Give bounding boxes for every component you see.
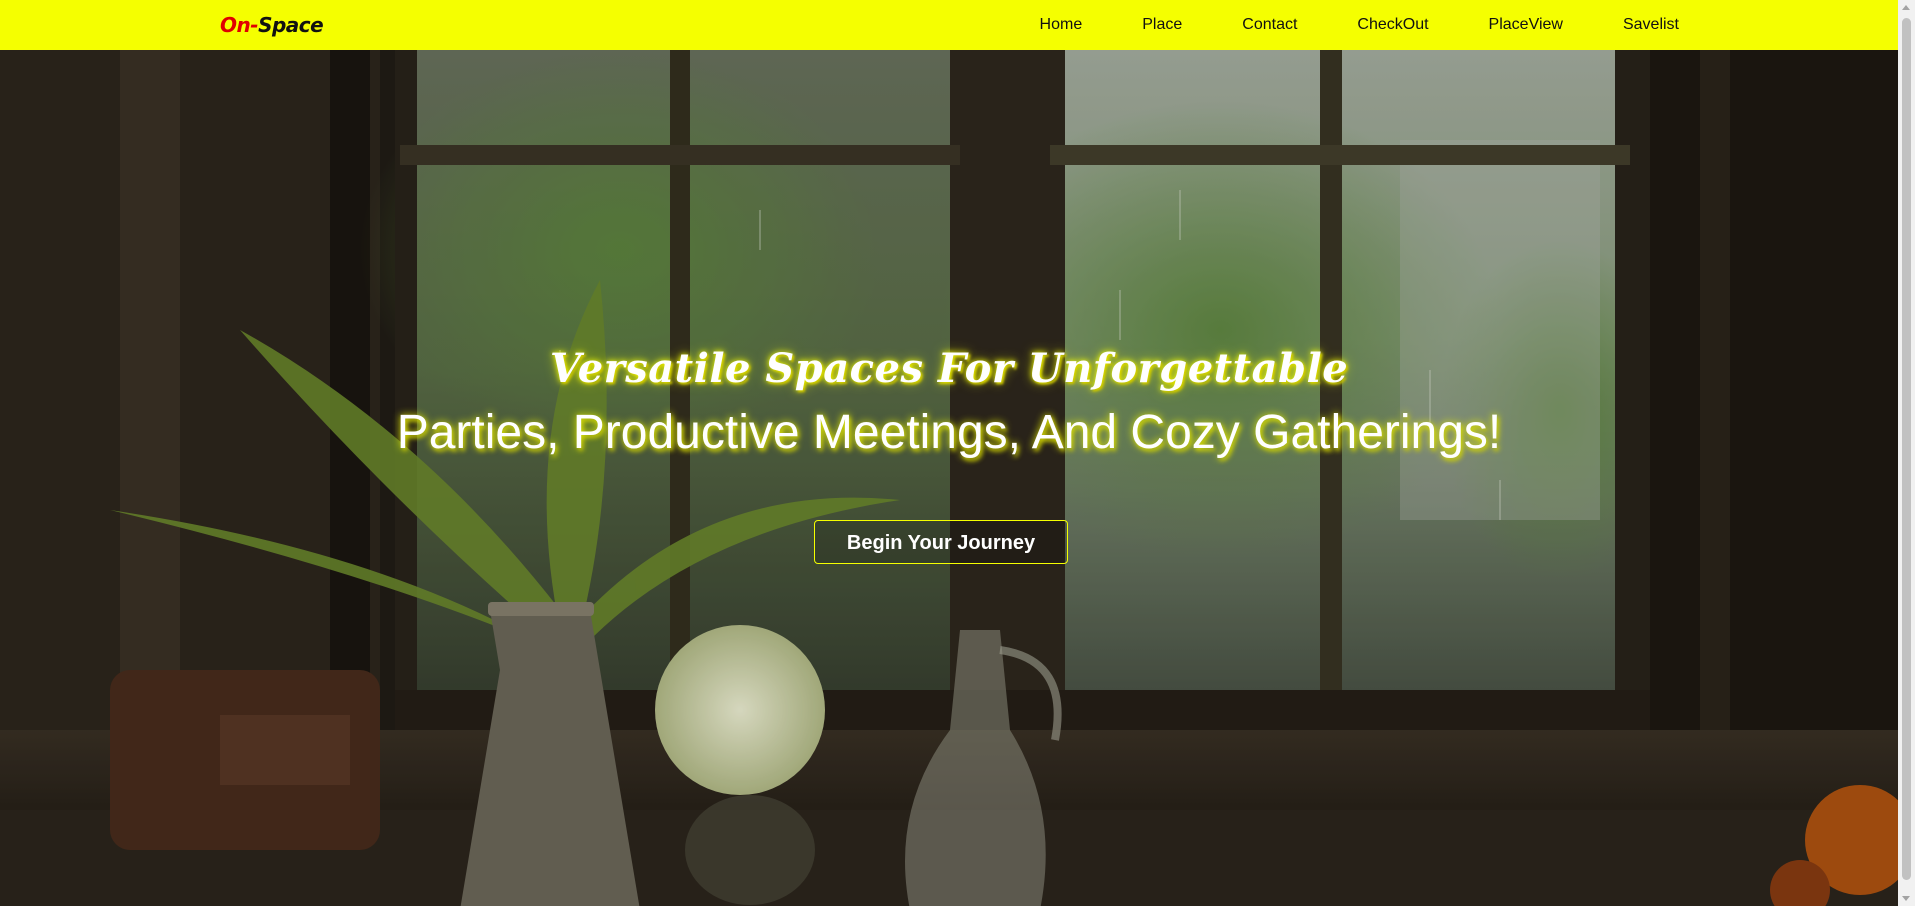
nav-link-home[interactable]: Home	[1040, 16, 1083, 34]
site-logo[interactable]: On-Space	[220, 13, 324, 37]
nav-menu: Home Place Contact CheckOut PlaceView Sa…	[1040, 0, 1679, 50]
scrollbar-thumb[interactable]	[1902, 18, 1911, 880]
hero-content: Versatile Spaces For Unforgettable Parti…	[0, 50, 1898, 906]
page-scrollbar[interactable]	[1898, 0, 1915, 906]
logo-space: Space	[258, 13, 324, 37]
nav-link-checkout[interactable]: CheckOut	[1357, 16, 1428, 34]
nav-link-place[interactable]: Place	[1142, 16, 1182, 34]
page: On-Space Home Place Contact CheckOut Pla…	[0, 0, 1915, 906]
nav-link-savelist[interactable]: Savelist	[1623, 16, 1679, 34]
logo-dash: -	[250, 13, 259, 37]
hero-tagline: Versatile Spaces For Unforgettable	[549, 345, 1349, 392]
navbar: On-Space Home Place Contact CheckOut Pla…	[0, 0, 1898, 50]
nav-link-contact[interactable]: Contact	[1242, 16, 1297, 34]
hero-section: Versatile Spaces For Unforgettable Parti…	[0, 50, 1898, 906]
scroll-down-arrow-icon[interactable]	[1902, 896, 1910, 901]
begin-journey-button[interactable]: Begin Your Journey	[814, 520, 1068, 564]
nav-link-placeview[interactable]: PlaceView	[1489, 16, 1563, 34]
logo-on: On	[220, 13, 251, 37]
scroll-up-arrow-icon[interactable]	[1902, 5, 1910, 10]
hero-headline: Parties, Productive Meetings, And Cozy G…	[396, 406, 1502, 459]
